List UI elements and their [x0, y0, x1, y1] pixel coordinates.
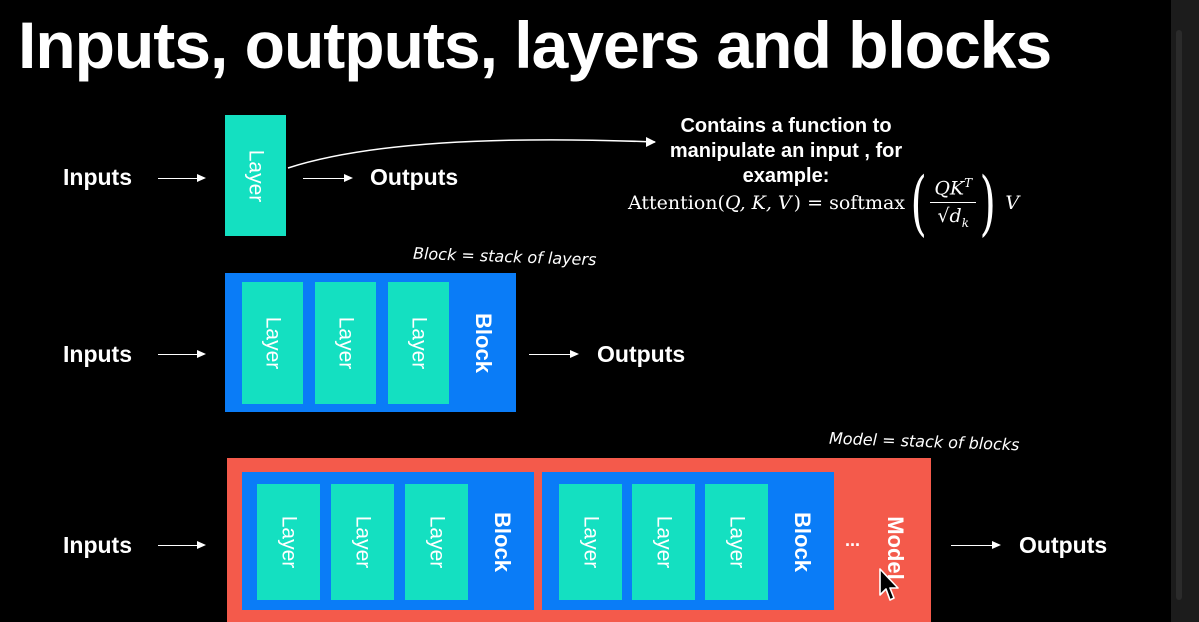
- layer-label: Layer: [652, 515, 675, 569]
- formula-fraction: QKT √dk: [930, 176, 977, 230]
- layer-label: Layer: [334, 316, 357, 370]
- layer-label: Layer: [425, 515, 448, 569]
- row3-inputs-label: Inputs: [63, 532, 132, 558]
- layer-label: Layer: [261, 316, 284, 370]
- model-block: Layer Layer Layer Block: [542, 472, 834, 610]
- block-label: Block: [790, 512, 815, 572]
- left-paren: (: [910, 162, 927, 244]
- ellipsis: ...: [845, 530, 861, 550]
- formula-denominator-sub: k: [961, 215, 969, 230]
- layer-label: Layer: [725, 515, 748, 569]
- block-label: Block: [471, 313, 496, 373]
- right-arrow-icon: [158, 540, 206, 549]
- block-annotation: Block = stack of layers: [412, 243, 597, 270]
- formula-args: Q, K, V: [724, 192, 792, 214]
- row1-layer: Layer: [225, 115, 286, 236]
- scrollbar-thumb[interactable]: [1176, 30, 1182, 600]
- formula-lhs: Attention(: [628, 192, 725, 214]
- right-arrow-icon: [158, 349, 206, 358]
- block-label-area: Block: [772, 484, 832, 600]
- layer-label: Layer: [579, 515, 602, 569]
- layer-label: Layer: [407, 316, 430, 370]
- block-label-area: Block: [453, 282, 513, 404]
- block-layer: Layer: [315, 282, 376, 404]
- model-annotation: Model = stack of blocks: [828, 428, 1020, 455]
- page-title: Inputs, outputs, layers and blocks: [18, 8, 1052, 82]
- row2-inputs-label: Inputs: [63, 341, 132, 367]
- model-block-layer: Layer: [559, 484, 622, 600]
- scrollbar[interactable]: [1171, 0, 1199, 622]
- formula-eq: ) = softmax: [793, 192, 905, 214]
- formula-denominator: √d: [937, 204, 962, 227]
- block-layer: Layer: [242, 282, 303, 404]
- layer-label: Layer: [244, 149, 267, 202]
- block-label-area: Block: [472, 484, 532, 600]
- mouse-pointer-icon: [879, 568, 899, 601]
- layer-label: Layer: [351, 515, 374, 569]
- right-arrow-icon: [529, 349, 579, 358]
- row1-inputs-label: Inputs: [63, 164, 132, 190]
- block-layer: Layer: [388, 282, 449, 404]
- model-block-layer: Layer: [705, 484, 768, 600]
- model: Layer Layer Layer Block Layer Layer Laye…: [227, 458, 931, 622]
- right-arrow-icon: [158, 173, 206, 182]
- function-caption-line: Contains a function to: [680, 115, 892, 137]
- layer-label: Layer: [277, 515, 300, 569]
- formula-tail: V: [1005, 192, 1020, 214]
- right-paren: ): [979, 162, 996, 244]
- attention-formula: Attention( Q, K, V ) = softmax ( QKT √dk…: [628, 168, 1019, 238]
- model-block-layer: Layer: [257, 484, 320, 600]
- row3-outputs-label: Outputs: [1019, 532, 1108, 558]
- model-block-layer: Layer: [405, 484, 468, 600]
- row2-outputs-label: Outputs: [597, 341, 686, 367]
- block-label: Block: [490, 512, 515, 572]
- function-caption-line: manipulate an input , for: [669, 140, 903, 162]
- formula-numerator: QK: [934, 177, 965, 200]
- model-block-layer: Layer: [632, 484, 695, 600]
- model-block-layer: Layer: [331, 484, 394, 600]
- block: Layer Layer Layer Block: [225, 273, 516, 412]
- curved-arrow-icon: [287, 137, 656, 169]
- right-arrow-icon: [951, 540, 1001, 549]
- model-block: Layer Layer Layer Block: [242, 472, 534, 610]
- formula-numerator-sup: T: [964, 176, 973, 191]
